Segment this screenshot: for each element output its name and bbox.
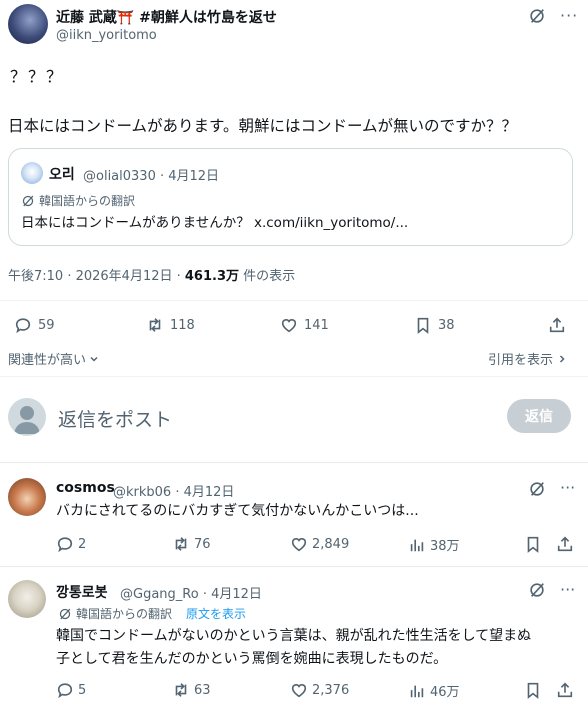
quoted-post-card[interactable]: 오리 @olial0330 · 4月12日 韓国語からの翻訳 日本にはコンドーム…	[8, 148, 573, 246]
sort-dropdown[interactable]: 関連性が高い	[8, 349, 99, 368]
repost-count: 76	[194, 536, 211, 552]
share-icon	[549, 317, 565, 333]
reply-text-line1: 韓国でコンドームがないのかという言葉は、親が乱れた性生活をして望まぬ	[56, 628, 532, 644]
repost-icon	[175, 683, 187, 697]
reply-icon	[57, 683, 73, 699]
grok-icon[interactable]	[528, 581, 546, 603]
user-avatar[interactable]	[8, 398, 46, 436]
more-options-icon[interactable]: ···	[560, 478, 575, 497]
default-avatar-icon	[14, 406, 40, 434]
reply-button[interactable]: 2	[56, 535, 86, 553]
views-icon	[410, 539, 424, 551]
heart-icon	[291, 684, 307, 698]
post-timestamp-row: 午後7:10 · 2026年4月12日 · 461.3万 件の表示	[8, 265, 295, 284]
quote-translation-label: 韓国語からの翻訳	[39, 194, 136, 208]
translate-icon	[21, 193, 35, 212]
reply-text: バカにされてるのにバカすぎて気付かないんかこいつは...	[56, 503, 419, 519]
reply-avatar[interactable]	[8, 478, 46, 516]
view-quotes-link[interactable]: 引用を表示	[488, 349, 567, 368]
quote-display-name: 오리	[49, 167, 75, 183]
quote-text: 日本にはコンドームがありませんか？ x.com/iikn_yoritomo/..…	[21, 215, 409, 231]
divider	[0, 300, 588, 301]
bookmark-icon	[527, 682, 539, 699]
reply-input[interactable]: 返信をポスト	[58, 405, 172, 432]
like-count: 2,849	[312, 536, 350, 552]
quote-handle-date: @olial0330 · 4月12日	[83, 169, 220, 184]
grok-icon[interactable]	[528, 7, 546, 29]
reply-icon	[15, 318, 31, 334]
chevron-down-icon	[90, 356, 98, 362]
reply-submit-button[interactable]: 返信	[507, 399, 571, 433]
bookmark-count: 38	[438, 317, 455, 333]
like-count: 141	[304, 317, 329, 333]
like-button[interactable]: 2,376	[290, 681, 349, 699]
views-button[interactable]: 38万	[408, 535, 460, 554]
divider	[0, 376, 588, 377]
author-display-name[interactable]: 近藤 武蔵⛩️ #朝鮮人は竹島を返せ	[56, 7, 277, 27]
author-avatar[interactable]	[8, 4, 48, 44]
reply-handle-date[interactable]: @krkb06 · 4月12日	[113, 481, 234, 500]
views-button[interactable]: 46万	[408, 681, 460, 700]
bookmark-icon	[417, 317, 429, 334]
repost-icon	[149, 318, 161, 332]
reply-display-name[interactable]: cosmos	[56, 480, 115, 496]
show-original-link[interactable]: 原文を表示	[186, 605, 246, 622]
heart-icon	[281, 319, 297, 333]
repost-count: 63	[194, 682, 211, 698]
views-icon	[410, 685, 424, 697]
reply-count: 5	[78, 682, 87, 698]
reply-icon	[57, 537, 73, 553]
post-timestamp: 午後7:10 · 2026年4月12日 ·	[8, 269, 185, 284]
reply-display-name[interactable]: 깡통로봇	[56, 582, 108, 602]
more-options-icon[interactable]: ···	[560, 6, 578, 25]
share-button[interactable]	[556, 535, 574, 553]
reply-handle-date[interactable]: @Ggang_Ro · 4月12日	[120, 583, 262, 602]
grok-icon[interactable]	[528, 480, 546, 502]
quote-avatar	[21, 162, 43, 184]
more-options-icon[interactable]: ···	[560, 580, 575, 599]
translate-icon	[58, 606, 72, 625]
like-count: 2,376	[312, 682, 350, 698]
reply-text-line2: 子として君を生んだのかという罵倒を婉曲に表現したものだ。	[56, 651, 448, 667]
bookmark-button[interactable]: 38	[414, 316, 455, 334]
reply-avatar[interactable]	[8, 580, 46, 618]
repost-button[interactable]: 76	[172, 535, 211, 553]
repost-button[interactable]: 63	[172, 681, 211, 699]
section-divider	[0, 566, 588, 567]
author-handle[interactable]: @iikn_yoritomo	[56, 28, 157, 43]
share-icon	[557, 682, 573, 698]
reply-translation-label: 韓国語からの翻訳	[76, 607, 173, 621]
share-button[interactable]	[556, 681, 574, 699]
section-divider	[0, 462, 588, 463]
share-button[interactable]	[548, 316, 566, 334]
repost-icon	[175, 537, 187, 551]
reply-button[interactable]: 59	[14, 316, 55, 334]
reply-count: 59	[38, 317, 55, 333]
bookmark-button[interactable]	[524, 535, 542, 553]
repost-count: 118	[170, 317, 195, 333]
share-icon	[557, 536, 573, 552]
repost-button[interactable]: 118	[146, 316, 195, 334]
like-button[interactable]: 141	[280, 316, 329, 334]
view-count-label: 件の表示	[239, 269, 296, 284]
post-text-line1: ？？？	[10, 67, 65, 86]
bookmark-icon	[527, 536, 539, 553]
reply-count: 2	[78, 536, 87, 552]
views-count: 38万	[430, 539, 460, 554]
like-button[interactable]: 2,849	[290, 535, 349, 553]
sort-label: 関連性が高い	[8, 353, 87, 368]
bookmark-button[interactable]	[524, 681, 542, 699]
heart-icon	[291, 538, 307, 552]
chevron-right-icon	[559, 354, 565, 363]
views-count: 46万	[430, 685, 460, 700]
view-quotes-label: 引用を表示	[488, 353, 554, 368]
view-count: 461.3万	[184, 269, 240, 284]
post-text-line2: 日本にはコンドームがあります。朝鮮にはコンドームが無いのですか？？	[8, 117, 518, 135]
reply-button[interactable]: 5	[56, 681, 86, 699]
